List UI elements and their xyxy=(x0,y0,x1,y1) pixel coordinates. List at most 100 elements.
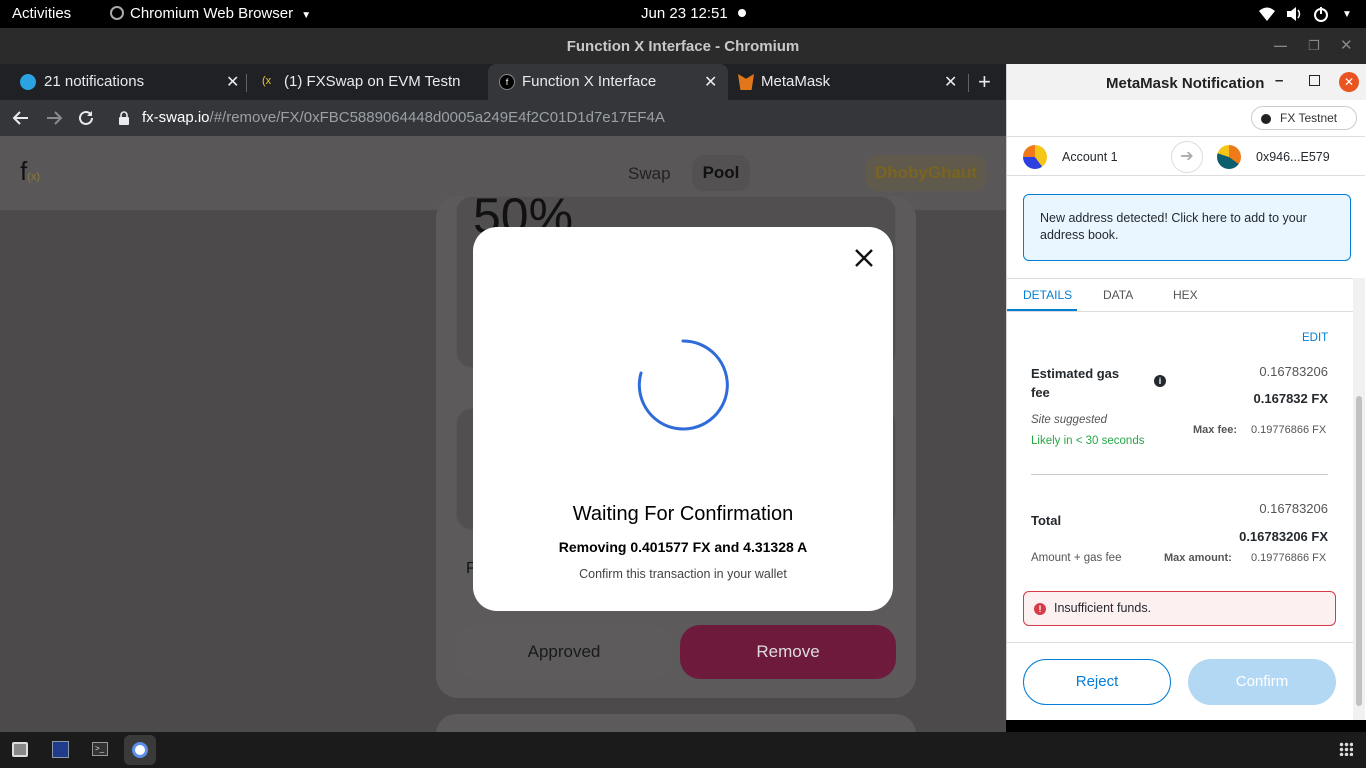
likely-time: Likely in < 30 seconds xyxy=(1031,435,1145,447)
loading-spinner-icon xyxy=(637,339,729,431)
notification-dot-icon xyxy=(738,9,746,17)
tab-strip: 21 notifications ✕ (x (1) FXSwap on EVM … xyxy=(0,64,1010,100)
tab-data[interactable]: DATA xyxy=(1103,288,1133,302)
metamask-title-bar: MetaMask Notification – ✕ xyxy=(1007,64,1366,100)
chromium-taskbar-button[interactable] xyxy=(124,735,156,765)
from-account[interactable]: Account 1 xyxy=(1062,150,1118,164)
modal-subtitle: Removing 0.401577 FX and 4.31328 A xyxy=(558,539,808,555)
network-dot-icon xyxy=(1261,114,1271,124)
reject-button[interactable]: Reject xyxy=(1023,659,1171,705)
metamask-notification-window: MetaMask Notification – ✕ FX Testnet Acc… xyxy=(1006,64,1366,720)
tab-close-icon[interactable]: ✕ xyxy=(704,72,717,92)
tab-details[interactable]: DETAILS xyxy=(1023,288,1072,302)
forward-arrow-icon[interactable] xyxy=(45,109,63,127)
site-logo[interactable]: f(x) xyxy=(20,156,40,187)
position-card xyxy=(436,714,916,732)
telegram-icon xyxy=(20,74,36,90)
fxswap-icon: (x xyxy=(262,75,272,87)
network-selector[interactable]: FX Testnet xyxy=(1251,106,1357,130)
tab-separator xyxy=(246,74,247,92)
tab-fxswap[interactable]: (x (1) FXSwap on EVM Testn xyxy=(250,64,486,100)
close-icon[interactable]: ✕ xyxy=(1339,72,1359,92)
url-domain: fx-swap.io xyxy=(142,109,210,126)
scrollbar-thumb[interactable] xyxy=(1356,396,1362,706)
edit-link[interactable]: EDIT xyxy=(1302,332,1328,344)
app-menu[interactable]: Chromium Web Browser ▼ xyxy=(110,5,311,22)
site-suggested: Site suggested xyxy=(1031,414,1108,426)
scrollbar-track[interactable] xyxy=(1353,278,1365,720)
footer-divider xyxy=(1007,642,1353,643)
app-name: Chromium Web Browser xyxy=(130,5,294,22)
tab-label: Function X Interface xyxy=(522,73,657,90)
app-grid-icon[interactable] xyxy=(1339,742,1353,756)
tab-function-x[interactable]: f Function X Interface ✕ xyxy=(488,64,728,100)
total-small: 0.16783206 xyxy=(1259,501,1328,516)
clock[interactable]: Jun 23 12:51 xyxy=(641,5,728,22)
info-icon[interactable]: i xyxy=(1154,375,1166,387)
function-x-icon: f xyxy=(499,74,515,90)
maximize-icon[interactable]: ❐ xyxy=(1308,38,1320,54)
address-bar[interactable]: fx-swap.io/#/remove/FX/0xFBC5889064448d0… xyxy=(112,104,1002,132)
close-icon[interactable] xyxy=(853,247,875,269)
to-account[interactable]: 0x946...E579 xyxy=(1256,150,1330,164)
tab-metamask[interactable]: MetaMask ✕ xyxy=(728,64,968,100)
arrow-right-icon: ➔ xyxy=(1171,141,1203,173)
details-tabs: DETAILS DATA HEX xyxy=(1007,278,1353,312)
tab-label: 21 notifications xyxy=(44,73,145,90)
lock-icon[interactable] xyxy=(118,111,130,125)
close-icon[interactable]: ✕ xyxy=(1340,36,1353,54)
minimize-icon[interactable]: — xyxy=(1274,38,1287,53)
nav-pool[interactable]: Pool xyxy=(692,155,750,191)
account-avatar xyxy=(1023,145,1047,169)
activities-button[interactable]: Activities xyxy=(12,5,71,22)
taskbar: >_ xyxy=(0,732,1366,768)
modal-title: Waiting For Confirmation xyxy=(572,503,794,525)
new-tab-plus-icon[interactable]: + xyxy=(978,69,991,95)
tab-telegram[interactable]: 21 notifications ✕ xyxy=(8,64,246,100)
url-path: /#/remove/FX/0xFBC5889064448d0005a249E4f… xyxy=(209,109,665,126)
network-button[interactable]: DhobyGhaut xyxy=(866,155,986,191)
network-name: FX Testnet xyxy=(1280,111,1338,125)
divider xyxy=(1031,474,1328,475)
chromium-icon xyxy=(110,6,124,20)
chromium-icon xyxy=(132,742,148,758)
new-address-alert[interactable]: New address detected! Click here to add … xyxy=(1023,194,1351,261)
approved-button[interactable]: Approved xyxy=(456,625,672,679)
minimize-icon[interactable]: – xyxy=(1275,72,1283,89)
modal-hint: Confirm this transaction in your wallet xyxy=(579,567,787,581)
gas-label-2: fee xyxy=(1031,385,1050,400)
confirmation-modal: Waiting For Confirmation Removing 0.4015… xyxy=(473,227,893,611)
terminal-icon[interactable]: >_ xyxy=(92,742,108,756)
total-label: Total xyxy=(1031,513,1062,528)
recipient-avatar xyxy=(1217,145,1241,169)
back-arrow-icon[interactable] xyxy=(12,109,30,127)
alert-text: New address detected! Click here to add … xyxy=(1040,211,1307,242)
maximize-icon[interactable] xyxy=(1309,75,1320,86)
files-icon[interactable] xyxy=(12,742,28,757)
system-menu-chevron-icon[interactable]: ▼ xyxy=(1342,9,1352,20)
max-amount-value: 0.19776866 FX xyxy=(1251,552,1327,564)
wifi-icon[interactable] xyxy=(1258,5,1276,23)
tab-close-icon[interactable]: ✕ xyxy=(226,72,239,92)
system-top-bar: Activities Chromium Web Browser ▼ Jun 23… xyxy=(0,0,1366,28)
metamask-fox-icon xyxy=(738,74,754,90)
tab-hex[interactable]: HEX xyxy=(1173,288,1198,302)
confirm-button[interactable]: Confirm xyxy=(1188,659,1336,705)
amount-gas-fee: Amount + gas fee xyxy=(1031,552,1122,564)
vscode-icon[interactable] xyxy=(52,741,69,758)
reload-icon[interactable] xyxy=(77,109,95,127)
insufficient-funds-alert: ! Insufficient funds. xyxy=(1023,591,1336,626)
remove-button[interactable]: Remove xyxy=(680,625,896,679)
nav-swap[interactable]: Swap xyxy=(628,164,671,184)
power-icon[interactable] xyxy=(1312,5,1330,23)
error-text: Insufficient funds. xyxy=(1054,601,1152,615)
volume-icon[interactable] xyxy=(1285,5,1303,23)
tab-close-icon[interactable]: ✕ xyxy=(944,72,957,92)
chevron-down-icon: ▼ xyxy=(301,10,312,21)
error-icon: ! xyxy=(1034,603,1046,615)
tab-separator xyxy=(968,74,969,92)
max-fee-value: 0.19776866 FX xyxy=(1251,424,1327,436)
max-amount-label: Max amount: xyxy=(1164,552,1232,564)
gas-value-small: 0.16783206 xyxy=(1259,364,1328,379)
account-row: Account 1 ➔ 0x946...E579 xyxy=(1007,136,1365,176)
